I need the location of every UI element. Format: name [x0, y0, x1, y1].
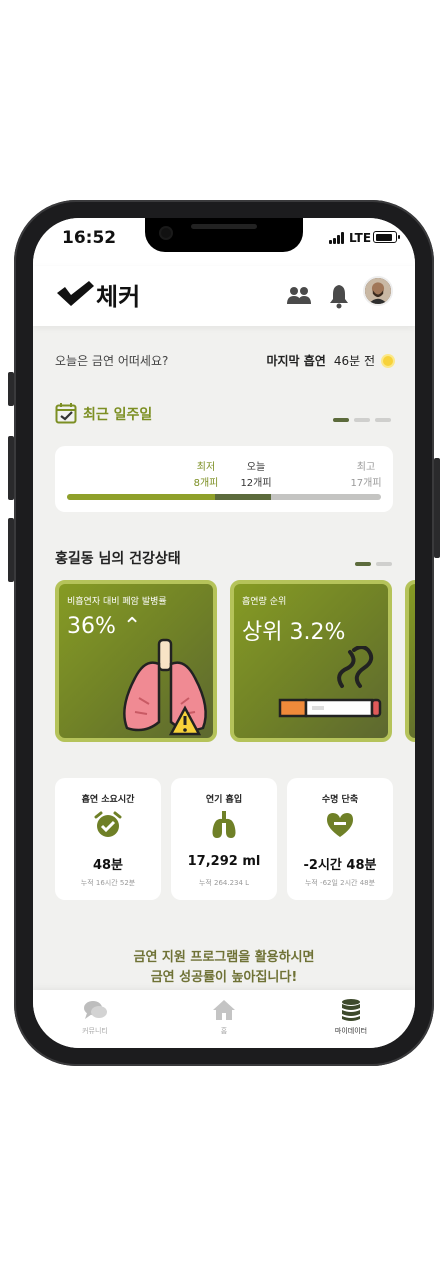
smoking-time-card: 흡연 소요시간 48분 누적 16시간 52분 — [55, 778, 161, 900]
volume-down-button — [8, 518, 14, 582]
today-value: 12개피 — [240, 478, 272, 489]
last-smoke: 마지막 흡연 46분 전 — [266, 352, 393, 369]
promo-banner[interactable]: 금연 지원 프로그램을 활용하시면 금연 성공률이 높아집니다! — [33, 948, 415, 988]
chat-bubbles-icon — [84, 1001, 107, 1019]
app-logo[interactable]: 체커 — [55, 278, 141, 311]
status-time: 16:52 — [62, 228, 117, 248]
promo-line-1: 금연 지원 프로그램을 활용하시면 — [133, 950, 315, 965]
lungs-icon — [212, 811, 236, 838]
avatar[interactable] — [363, 276, 393, 306]
volume-up-button — [8, 436, 14, 500]
recent-week-card: 최저 8개피 오늘 12개피 최고 17개피 — [55, 446, 393, 512]
bell-icon[interactable] — [325, 282, 353, 310]
power-button — [434, 458, 440, 558]
smoking-time-value: 48분 — [92, 858, 124, 873]
lungs-warning-icon — [123, 638, 207, 736]
database-icon — [342, 999, 360, 1021]
smoke-inhaled-title: 연기 흡입 — [205, 795, 243, 805]
smoking-rank-value: 상위 3.2% — [242, 620, 346, 645]
tab-home[interactable]: 홈 — [184, 998, 264, 1036]
mute-switch — [8, 372, 14, 406]
recent-week-pager[interactable] — [333, 418, 391, 422]
min-label: 최저 — [196, 462, 216, 473]
week-range-bar — [67, 494, 381, 500]
week-today-fill — [215, 494, 271, 500]
recent-week-title: 최근 일주일 — [83, 407, 153, 423]
tab-home-label: 홈 — [220, 1027, 228, 1035]
week-min-fill — [67, 494, 215, 500]
lung-cancer-value: 36% ⌃ — [67, 614, 142, 639]
greeting-text: 오늘은 금연 어떠세요? — [55, 354, 169, 368]
app-name: 체커 — [96, 282, 141, 311]
cigarette-icon — [278, 646, 382, 718]
tab-community[interactable]: 커뮤니티 — [55, 998, 135, 1036]
app-screen: 16:52 LTE 체커 오늘은 금연 어떠세요? 마지막 흡연 46분 전 최… — [33, 218, 415, 1048]
today-label: 오늘 — [246, 462, 266, 473]
signal-icon — [329, 232, 345, 244]
heart-minus-icon — [327, 813, 353, 837]
battery-icon — [373, 231, 400, 243]
calendar-check-icon — [55, 403, 77, 424]
app-header: 체커 — [33, 266, 415, 326]
lung-cancer-title: 비흡연자 대비 폐암 발병률 — [67, 597, 167, 607]
min-value: 8개피 — [193, 478, 219, 489]
smoking-time-title: 흡연 소요시간 — [81, 795, 135, 805]
life-reduction-value: -2시간 48분 — [303, 858, 377, 873]
tab-mydata-label: 마이데이터 — [334, 1027, 368, 1035]
alarm-clock-check-icon — [94, 811, 122, 837]
smoking-time-sub: 누적 16시간 52분 — [80, 879, 136, 887]
checkmark-logo-icon — [57, 281, 94, 306]
smoking-rank-card[interactable]: 흡연량 순위 상위 3.2% — [230, 580, 392, 742]
friends-icon[interactable] — [285, 282, 313, 310]
health-pager[interactable] — [355, 562, 392, 566]
max-value: 17개피 — [350, 478, 382, 489]
life-reduction-title: 수명 단축 — [321, 795, 359, 805]
home-icon — [213, 1000, 235, 1020]
last-smoke-value: 46분 전 — [333, 354, 375, 368]
health-card-peek[interactable] — [405, 580, 415, 742]
notch — [145, 218, 303, 252]
health-title: 홍길동 님의 건강상태 — [55, 551, 181, 567]
lung-cancer-card[interactable]: 비흡연자 대비 폐암 발병률 36% ⌃ — [55, 580, 217, 742]
tab-bar: 커뮤니티 홈 마이데이터 — [33, 990, 415, 1048]
tab-mydata[interactable]: 마이데이터 — [311, 998, 391, 1036]
smoke-inhaled-card: 연기 흡입 17,292 ml 누적 264.234 L — [171, 778, 277, 900]
smoke-inhaled-value: 17,292 ml — [187, 854, 261, 869]
life-reduction-sub: 누적 -62일 2시간 48분 — [304, 879, 376, 887]
sun-icon — [383, 355, 393, 366]
tab-community-label: 커뮤니티 — [82, 1027, 108, 1035]
profile-photo-icon — [365, 278, 391, 304]
network-type: LTE — [349, 231, 372, 245]
life-reduction-card: 수명 단축 -2시간 48분 누적 -62일 2시간 48분 — [287, 778, 393, 900]
promo-line-2: 금연 성공률이 높아집니다! — [150, 970, 298, 985]
last-smoke-label: 마지막 흡연 — [266, 354, 326, 368]
smoking-rank-title: 흡연량 순위 — [242, 597, 287, 607]
smoke-inhaled-sub: 누적 264.234 L — [198, 879, 250, 887]
max-label: 최고 — [356, 462, 376, 473]
